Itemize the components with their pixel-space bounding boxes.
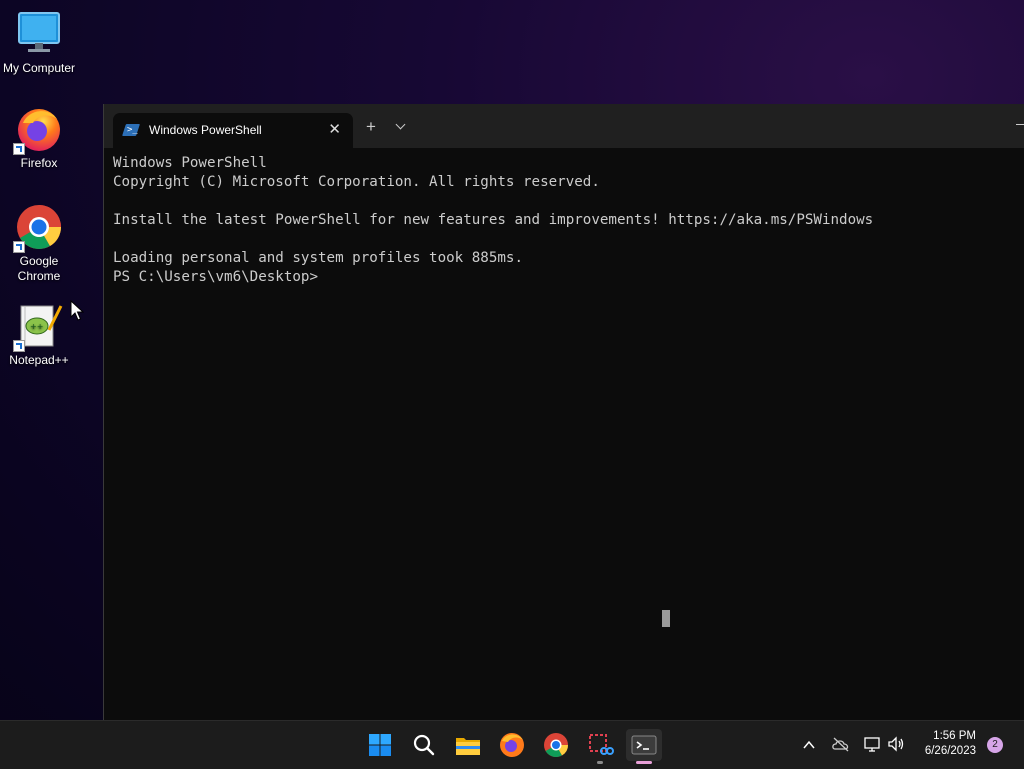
powershell-icon: >_: [122, 124, 140, 136]
new-tab-button[interactable]: +: [366, 118, 376, 135]
taskbar-firefox[interactable]: [496, 729, 528, 761]
taskbar-chrome[interactable]: [540, 729, 572, 761]
desktop-icon-my-computer[interactable]: My Computer: [0, 10, 78, 76]
start-icon: [369, 734, 391, 756]
notification-badge[interactable]: 2: [987, 737, 1003, 753]
active-indicator: [636, 761, 652, 764]
desktop-icon-label: Notepad++: [9, 353, 69, 367]
terminal-icon: [631, 735, 657, 755]
onedrive-offline-icon[interactable]: [831, 735, 851, 753]
search-icon: [413, 734, 435, 756]
running-indicator: [597, 761, 603, 764]
shortcut-arrow-icon: [13, 143, 25, 155]
taskbar-snipping-tool[interactable]: [584, 729, 616, 764]
close-tab-button[interactable]: ✕: [328, 120, 341, 138]
network-icon[interactable]: [863, 735, 883, 753]
monitor-icon: [15, 10, 63, 58]
desktop-icon-label: Firefox: [20, 156, 58, 170]
chevron-up-icon[interactable]: [801, 737, 817, 753]
terminal-window[interactable]: >_ Windows PowerShell ✕ + Windows PowerS…: [103, 104, 1024, 720]
text-cursor: [662, 610, 670, 627]
svg-text:++: ++: [30, 322, 43, 331]
clock-date: 6/26/2023: [924, 745, 976, 757]
desktop-icon-firefox[interactable]: Firefox: [0, 105, 78, 171]
system-clock[interactable]: 1:56 PM 6/26/2023: [925, 729, 976, 759]
tab-title: Windows PowerShell: [149, 123, 262, 137]
start-button[interactable]: [364, 729, 396, 761]
desktop-icon-notepadpp[interactable]: ++ Notepad++: [0, 302, 78, 368]
notepadpp-icon: ++: [13, 302, 63, 352]
taskbar: 1:56 PM 6/26/2023 2: [0, 720, 1024, 769]
desktop-icon-google-chrome[interactable]: Google Chrome: [0, 203, 78, 284]
console-output[interactable]: Windows PowerShell Copyright (C) Microso…: [113, 154, 873, 287]
mouse-pointer-icon: [70, 300, 84, 321]
firefox-icon: [500, 733, 524, 757]
chrome-icon: [13, 203, 63, 253]
clock-time: 1:56 PM: [933, 730, 976, 742]
minimize-button[interactable]: [1016, 124, 1024, 125]
file-explorer-icon: [456, 738, 480, 755]
tab-windows-powershell[interactable]: >_ Windows PowerShell ✕: [113, 113, 353, 148]
taskbar-file-explorer[interactable]: [452, 729, 484, 761]
chrome-icon: [544, 733, 568, 758]
search-button[interactable]: [408, 729, 440, 761]
desktop-icon-label: My Computer: [2, 61, 76, 75]
shortcut-arrow-icon: [13, 340, 25, 352]
taskbar-terminal[interactable]: [626, 729, 662, 764]
chevron-down-icon[interactable]: [395, 119, 406, 130]
terminal-titlebar[interactable]: >_ Windows PowerShell ✕ +: [104, 104, 1024, 148]
firefox-icon: [13, 105, 63, 155]
snipping-tool-icon: [589, 734, 614, 755]
shortcut-arrow-icon: [13, 241, 25, 253]
desktop-icon-label: Google Chrome: [17, 254, 61, 283]
volume-icon[interactable]: [887, 735, 907, 753]
